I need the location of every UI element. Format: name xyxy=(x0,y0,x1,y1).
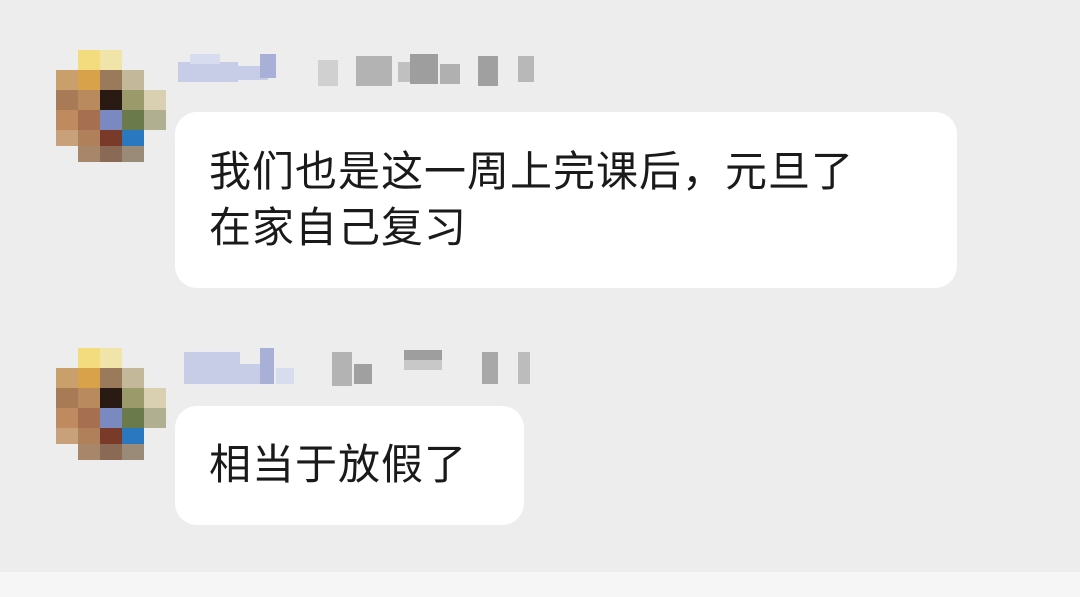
sender-name xyxy=(178,346,548,386)
input-area-edge xyxy=(0,572,1080,597)
chat-area: 我们也是这一周上完课后，元旦了 在家自己复习 相当于放假了 xyxy=(0,0,1080,572)
message-text-line: 相当于放假了 xyxy=(209,440,468,489)
message-text-line: 我们也是这一周上完课后，元旦了 xyxy=(209,147,855,196)
avatar-icon[interactable] xyxy=(56,50,166,162)
sender-name xyxy=(178,50,548,90)
message-bubble[interactable]: 相当于放假了 xyxy=(175,406,524,525)
message-text-line: 在家自己复习 xyxy=(209,203,468,252)
avatar-icon[interactable] xyxy=(56,348,166,460)
message-bubble[interactable]: 我们也是这一周上完课后，元旦了 在家自己复习 xyxy=(175,112,957,288)
